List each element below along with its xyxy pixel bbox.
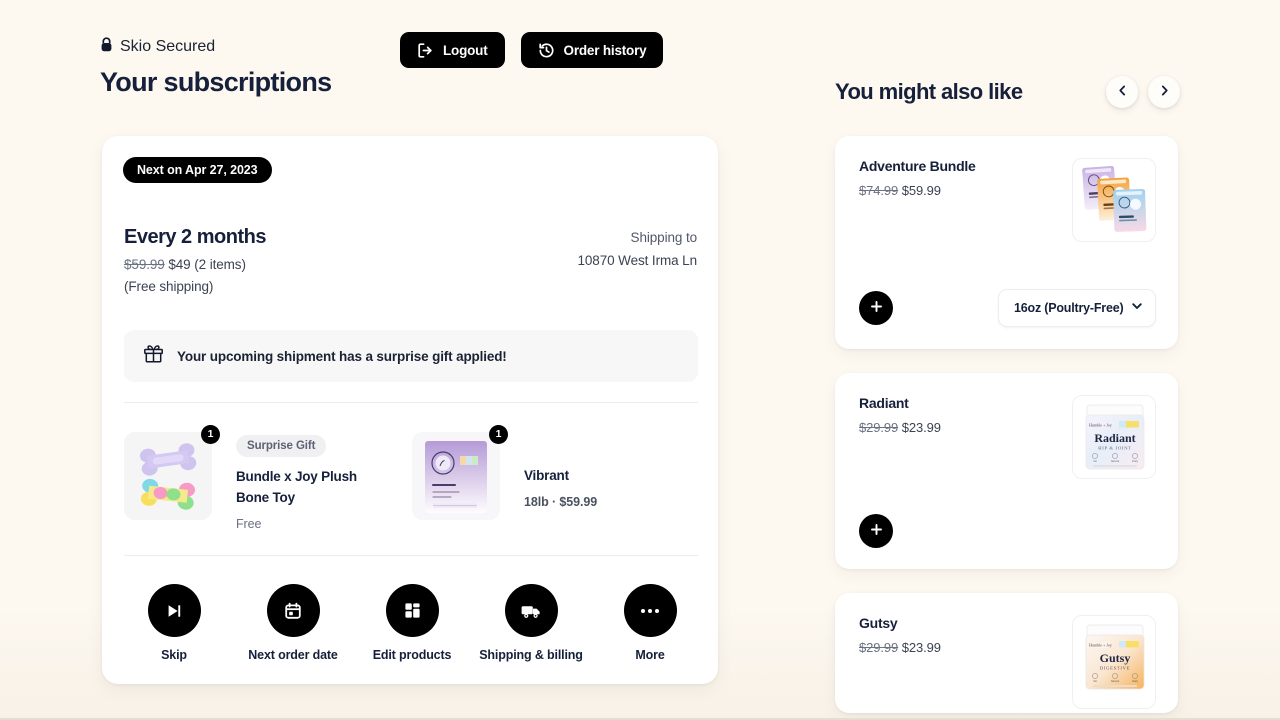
divider-bottom — [124, 555, 698, 556]
divider-top — [124, 402, 698, 403]
chevron-right-icon — [1158, 84, 1171, 100]
carousel-next-button[interactable] — [1148, 76, 1180, 108]
svg-text:Daily: Daily — [1132, 679, 1138, 683]
action-label: More — [635, 648, 665, 662]
subscription-items: 1 Surprise Gift Bundle x Joy Plush Bone … — [124, 425, 700, 531]
skio-secured-label: Skio Secured — [120, 38, 216, 55]
header-actions: Logout Order history — [400, 32, 664, 68]
cadence-title: Every 2 months — [124, 226, 266, 248]
recommendations-header: You might also like — [835, 76, 1180, 108]
price-original: $74.99 — [859, 183, 899, 198]
svg-text:Vet: Vet — [1093, 459, 1097, 463]
cadence-price: $59.99 $49 (2 items) — [124, 257, 266, 272]
carousel-arrows — [1106, 76, 1180, 108]
shipping-block: Shipping to 10870 West Irma Ln — [577, 230, 697, 268]
item-thumb-wrap: 1 — [412, 425, 508, 531]
variant-select[interactable]: 16oz (Poultry-Free) — [998, 289, 1156, 327]
page-title: Your subscriptions — [100, 67, 332, 97]
price-current: $23.99 — [901, 640, 941, 655]
shipping-label: Shipping to — [630, 230, 698, 245]
action-label: Edit products — [372, 648, 452, 662]
svg-text:Humble + Joy: Humble + Joy — [1089, 423, 1112, 428]
item-meta: Free — [236, 516, 262, 531]
cadence-block: Every 2 months $59.99 $49 (2 items) (Fre… — [124, 226, 266, 294]
page-background: Skio Secured Your subscriptions Logout O… — [0, 0, 1280, 720]
price-original: $29.99 — [859, 420, 899, 435]
gift-box-icon — [143, 344, 164, 369]
history-clock-icon — [538, 42, 555, 59]
vibrant-food-bag-image — [412, 432, 500, 520]
shipping-address: 10870 West Irma Ln — [577, 253, 697, 268]
svg-text:Daily: Daily — [1132, 459, 1138, 463]
action-label: Skip — [161, 648, 187, 662]
add-to-subscription-button[interactable] — [859, 514, 893, 548]
next-order-date-action[interactable]: Next order date — [243, 584, 343, 662]
svg-text:Humble + Joy: Humble + Joy — [1089, 643, 1112, 648]
item-quantity-badge: 1 — [201, 425, 220, 444]
svg-text:Natural: Natural — [1111, 679, 1120, 683]
adventure-bundle-pouches-image — [1072, 158, 1156, 242]
surprise-gift-tag: Surprise Gift — [236, 435, 327, 457]
item-info: Vibrant 18lb · $59.99 — [524, 432, 597, 531]
skip-action[interactable]: Skip — [124, 584, 224, 662]
item-quantity-badge: 1 — [489, 425, 508, 444]
plus-icon — [869, 299, 884, 317]
svg-text:Natural: Natural — [1111, 459, 1120, 463]
recommendations-title: You might also like — [835, 79, 1023, 104]
list-item: 1 Vibrant 18lb · $59.99 — [412, 425, 700, 531]
calendar-icon — [266, 584, 320, 637]
carousel-prev-button[interactable] — [1106, 76, 1138, 108]
shipping-billing-action[interactable]: Shipping & billing — [479, 584, 583, 662]
svg-text:DIGESTIVE: DIGESTIVE — [1100, 666, 1130, 671]
lock-icon — [100, 37, 113, 57]
subscription-actions: Skip Next order date Edit products Shipp… — [124, 584, 700, 662]
grid-layout-icon — [385, 584, 439, 637]
chevron-left-icon — [1116, 84, 1129, 100]
action-label: Shipping & billing — [479, 648, 583, 662]
item-info: Surprise Gift Bundle x Joy Plush Bone To… — [236, 432, 386, 531]
action-label: Next order date — [248, 648, 338, 662]
plush-bone-toys-image — [124, 432, 212, 520]
item-name: Vibrant — [524, 468, 569, 483]
logout-label: Logout — [443, 42, 488, 58]
gutsy-jar-image: Humble + Joy Gutsy DIGESTIVE Vet Natural… — [1072, 615, 1156, 709]
item-meta: 18lb · $59.99 — [524, 494, 598, 509]
plus-icon — [869, 522, 884, 540]
price-current: $59.99 — [901, 183, 941, 198]
item-thumb-wrap: 1 — [124, 425, 220, 531]
add-to-subscription-button[interactable] — [859, 291, 893, 325]
variant-label: 16oz (Poultry-Free) — [1014, 301, 1124, 315]
price-current: $23.99 — [901, 420, 941, 435]
gift-banner-text: Your upcoming shipment has a surprise gi… — [177, 348, 507, 364]
more-action[interactable]: More — [600, 584, 700, 662]
logout-icon — [417, 42, 434, 59]
gift-banner: Your upcoming shipment has a surprise gi… — [124, 330, 698, 382]
svg-text:Vet: Vet — [1093, 679, 1097, 683]
recommendation-card: Radiant $29.99 $23.99 Humble + Joy Radia… — [835, 373, 1178, 569]
subscription-card: Next on Apr 27, 2023 Every 2 months $59.… — [102, 136, 718, 684]
list-item: 1 Surprise Gift Bundle x Joy Plush Bone … — [124, 425, 412, 531]
price-original: $29.99 — [859, 640, 899, 655]
radiant-jar-image: Humble + Joy Radiant HIP & JOINT Vet Nat… — [1072, 395, 1156, 479]
next-order-badge: Next on Apr 27, 2023 — [123, 157, 272, 183]
price-original: $59.99 — [124, 257, 165, 272]
truck-icon — [504, 584, 558, 637]
item-name: Bundle x Joy Plush Bone Toy — [236, 469, 357, 505]
skip-forward-icon — [147, 584, 201, 637]
recommendation-card: Adventure Bundle $74.99 $59.99 16oz (Pou… — [835, 136, 1178, 349]
recommendations-list: Adventure Bundle $74.99 $59.99 16oz (Pou… — [835, 136, 1178, 720]
order-history-button[interactable]: Order history — [520, 32, 664, 68]
svg-text:Radiant: Radiant — [1094, 431, 1135, 445]
order-history-label: Order history — [563, 42, 647, 58]
price-current: $49 — [168, 257, 191, 272]
item-count: (2 items) — [194, 257, 246, 272]
recommendation-card: Gutsy $29.99 $23.99 Humble + Joy Gutsy D… — [835, 593, 1178, 713]
edit-products-action[interactable]: Edit products — [362, 584, 462, 662]
chevron-down-icon — [1130, 299, 1144, 318]
logout-button[interactable]: Logout — [400, 32, 505, 68]
ellipsis-icon — [623, 584, 677, 637]
svg-text:Gutsy: Gutsy — [1100, 651, 1131, 665]
free-shipping-note: (Free shipping) — [124, 279, 214, 294]
svg-text:HIP & JOINT: HIP & JOINT — [1098, 446, 1132, 451]
